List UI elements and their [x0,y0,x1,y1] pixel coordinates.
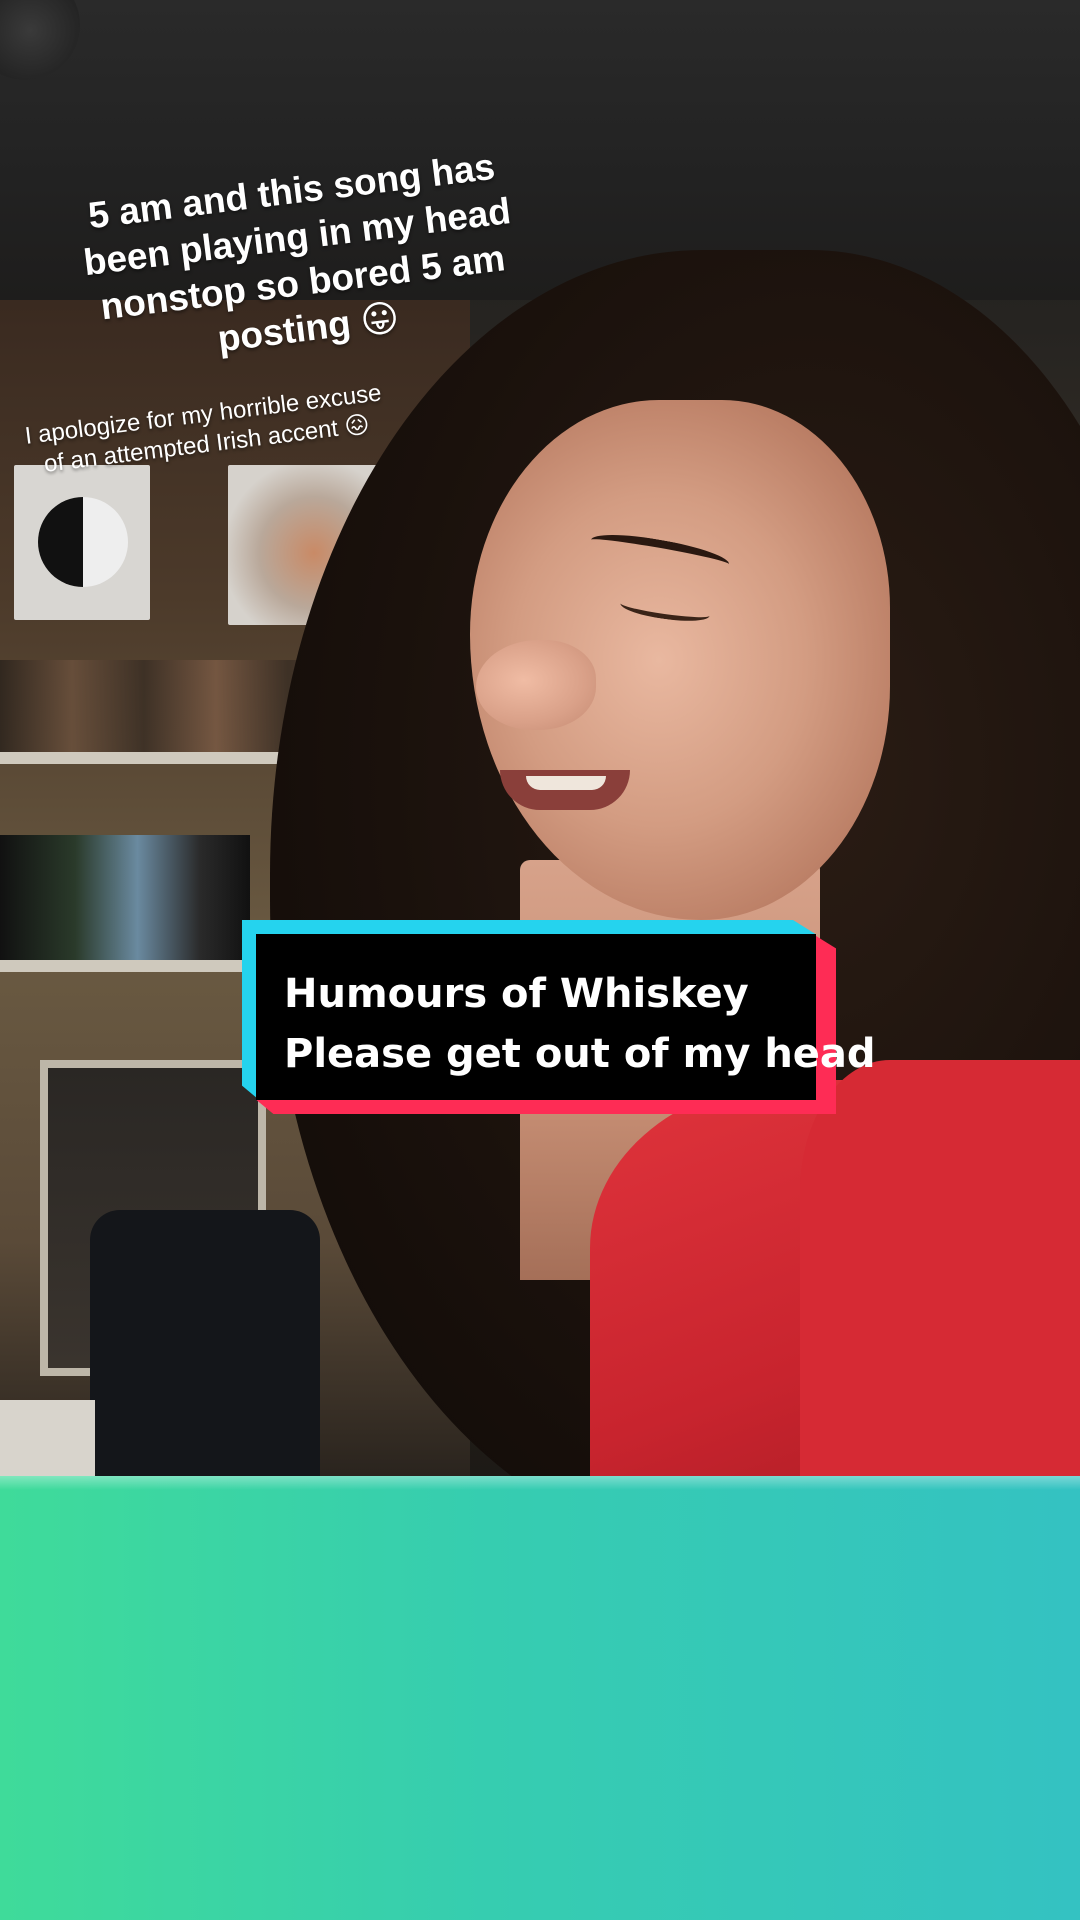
yin-yang-painting [14,465,150,620]
person-nose [476,640,596,730]
photo-frames [0,835,250,960]
song-title-card: Humours of Whiskey Please get out of my … [242,920,876,1114]
video-frame: 5 am and this song has been playing in m… [0,0,1080,1920]
person-shirt-shoulder [800,1060,1080,1476]
title-card-text: Humours of Whiskey Please get out of my … [284,964,876,1084]
title-card-line1: Humours of Whiskey [284,971,749,1017]
wall-shelf [0,960,250,972]
chair [90,1210,320,1476]
title-card-line2: Please get out of my head [284,1031,876,1077]
person-mouth [500,770,630,810]
bottom-color-panel [0,1476,1080,1920]
dresser [0,1400,95,1476]
